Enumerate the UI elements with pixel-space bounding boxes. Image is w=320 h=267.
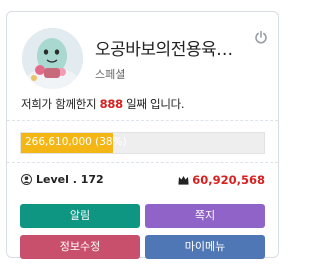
level-label: Level . 172 <box>36 173 104 186</box>
points-value: 60,920,568 <box>192 173 265 187</box>
days-suffix: 일째 입니다. <box>122 97 185 111</box>
edit-profile-button[interactable]: 정보수정 <box>20 235 140 259</box>
level-display: Level . 172 <box>21 173 104 186</box>
member-grade: 스페셜 <box>95 68 126 81</box>
member-profile-card: 오공바보의전용육… 스페셜 저희가 함께한지 888 일째 입니다. 266,6… <box>6 11 279 259</box>
points-display[interactable]: 60,920,568 <box>178 173 265 187</box>
message-button[interactable]: 쪽지 <box>145 204 265 228</box>
avatar-image <box>22 28 83 89</box>
user-icon <box>21 174 32 185</box>
alarm-button[interactable]: 알림 <box>20 204 140 228</box>
days-together-text: 저희가 함께한지 888 일째 입니다. <box>21 96 185 112</box>
crown-icon <box>178 175 189 185</box>
experience-label: 266,610,000 (38%) <box>25 136 127 148</box>
power-icon[interactable] <box>254 29 268 44</box>
avatar[interactable] <box>22 28 83 89</box>
my-menu-button[interactable]: 마이메뉴 <box>145 235 265 259</box>
username: 오공바보의전용육… <box>95 40 233 60</box>
divider <box>7 162 278 163</box>
days-prefix: 저희가 함께한지 <box>21 97 100 111</box>
divider <box>7 120 278 121</box>
days-count: 888 <box>99 97 123 111</box>
experience-bar: 266,610,000 (38%) <box>20 132 265 154</box>
